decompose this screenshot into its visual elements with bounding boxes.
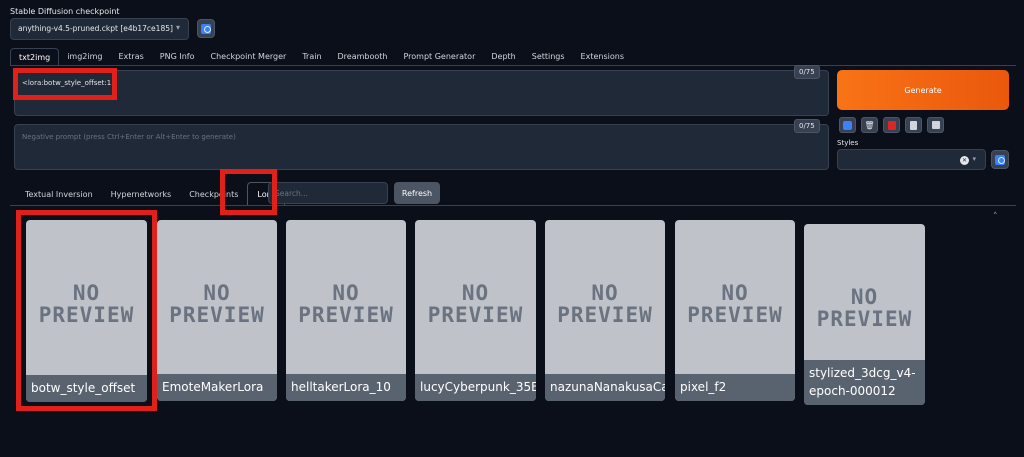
lora-card[interactable]: NOPREVIEW nazunaNanakusaCallOfThe_offset <box>545 220 665 401</box>
no-preview-placeholder: NO PREVIEW <box>557 281 653 328</box>
no-preview-placeholder: NO PREVIEW <box>169 281 265 328</box>
refresh-checkpoint-button[interactable] <box>197 19 215 38</box>
tab-prompt-generator[interactable]: Prompt Generator <box>395 48 483 66</box>
clipboard-icon <box>910 120 917 130</box>
tab-hypernetworks[interactable]: Hypernetworks <box>102 183 181 205</box>
tab-extras[interactable]: Extras <box>110 48 151 66</box>
styles-label: Styles <box>837 139 859 147</box>
interrupt-button[interactable] <box>839 117 856 133</box>
card-highlight-box <box>16 210 157 411</box>
negative-prompt-input[interactable]: Negative prompt (press Ctrl+Enter or Alt… <box>14 124 829 170</box>
save-icon <box>931 121 940 129</box>
chevron-up-icon[interactable]: ˄ <box>993 212 998 222</box>
tabs-divider <box>10 65 1016 66</box>
extra-networks-button[interactable] <box>883 117 900 133</box>
lora-card[interactable]: NO PREVIEW helltakerLora_10 <box>286 220 406 401</box>
trash-icon: 🗑 <box>864 120 875 130</box>
paste-button[interactable] <box>905 117 922 133</box>
refresh-icon <box>201 23 211 34</box>
tab-txt2img[interactable]: txt2img <box>10 48 60 66</box>
tab-settings[interactable]: Settings <box>524 48 573 66</box>
clear-icon[interactable]: ✕ <box>960 156 969 165</box>
checkpoint-selected: anything-v4.5-pruned.ckpt [e4b17ce185] <box>18 24 173 33</box>
negative-token-counter: 0/75 <box>794 119 820 133</box>
tab-dreambooth[interactable]: Dreambooth <box>330 48 396 66</box>
refresh-styles-button[interactable] <box>991 150 1009 169</box>
tab-depth[interactable]: Depth <box>483 48 523 66</box>
styles-dropdown[interactable]: ✕ ▾ <box>837 149 986 170</box>
lora-card[interactable]: NO PREVIEW stylized_3dcg_v4-epoch-000012 <box>804 224 925 405</box>
tab-img2img[interactable]: img2img <box>59 48 110 66</box>
lora-card[interactable]: NOPREVIEW lucyCyberpunk_35Epochs <box>415 220 536 401</box>
card-name: stylized_3dcg_v4-epoch-000012 <box>804 360 925 405</box>
tab-png-info[interactable]: PNG Info <box>152 48 203 66</box>
no-preview-placeholder: NO PREVIEW <box>687 281 783 328</box>
main-tabs: txt2img img2img Extras PNG Info Checkpoi… <box>10 48 632 66</box>
negative-prompt-placeholder: Negative prompt (press Ctrl+Enter or Alt… <box>22 133 236 141</box>
no-preview-placeholder: NO PREVIEW <box>816 285 913 332</box>
save-style-button[interactable] <box>927 117 944 133</box>
panel-divider <box>10 205 1016 206</box>
lora-card[interactable]: NO PREVIEW pixel_f2 <box>675 220 795 401</box>
tab-train[interactable]: Train <box>294 48 329 66</box>
card-name: helltakerLora_10 <box>286 374 406 401</box>
tab-textual-inversion[interactable]: Textual Inversion <box>16 183 102 205</box>
card-name: lucyCyberpunk_35Epochs <box>415 374 536 401</box>
prompt-highlight-box <box>13 68 117 100</box>
lora-tab-highlight-box <box>220 169 277 215</box>
chevron-down-icon: ▾ <box>175 23 180 32</box>
chevron-down-icon: ▾ <box>972 155 976 163</box>
generate-button[interactable]: Generate <box>837 70 1009 110</box>
card-name: nazunaNanakusaCallOfThe_offset <box>545 374 665 401</box>
search-input[interactable] <box>268 182 388 204</box>
lora-card[interactable]: NO PREVIEW EmoteMakerLora <box>157 220 277 401</box>
prompt-token-counter: 0/75 <box>794 65 820 79</box>
no-preview-placeholder: NO PREVIEW <box>427 281 524 328</box>
tab-extensions[interactable]: Extensions <box>573 48 632 66</box>
refresh-icon <box>995 154 1005 165</box>
card-icon <box>887 120 896 130</box>
no-preview-placeholder: NO PREVIEW <box>298 281 394 328</box>
checkpoint-dropdown[interactable]: anything-v4.5-pruned.ckpt [e4b17ce185] ▾ <box>10 18 189 40</box>
clear-prompt-button[interactable]: 🗑 <box>861 117 878 133</box>
prompt-input[interactable]: <lora:botw_style_offset:1> <box>14 70 829 116</box>
tab-checkpoint-merger[interactable]: Checkpoint Merger <box>202 48 294 66</box>
card-name: pixel_f2 <box>675 374 795 401</box>
checkpoint-label: Stable Diffusion checkpoint <box>10 7 120 16</box>
refresh-button[interactable]: Refresh <box>394 182 440 204</box>
card-name: EmoteMakerLora <box>157 374 277 401</box>
checkbox-icon <box>843 120 852 130</box>
